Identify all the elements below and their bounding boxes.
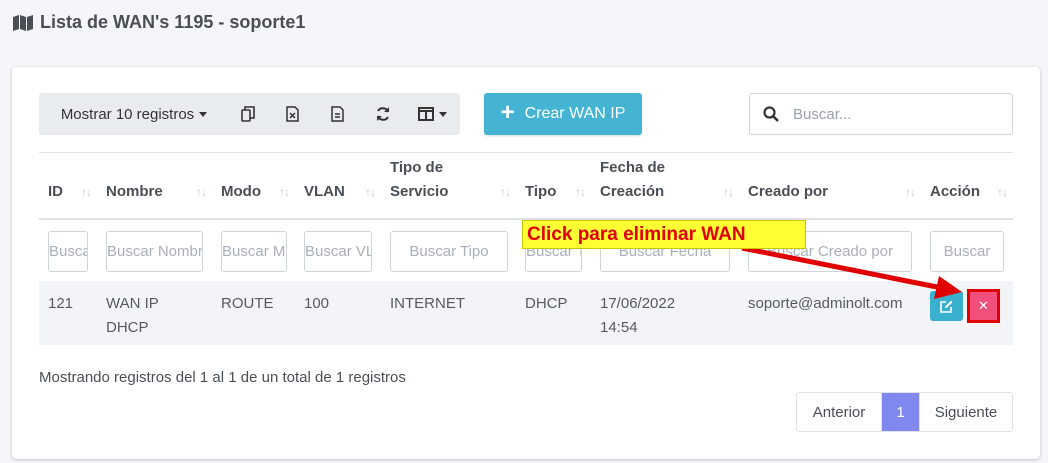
- sort-icon: ↑↓: [500, 185, 511, 199]
- cell-fecha: 17/06/2022 14:54: [600, 295, 676, 336]
- column-header-vlan[interactable]: VLAN ↑↓: [295, 152, 381, 219]
- cell-tipo: DHCP: [525, 295, 568, 312]
- create-wan-ip-label: Crear WAN IP: [524, 105, 626, 122]
- pagination: Anterior 1 Siguiente: [796, 392, 1013, 432]
- plus-icon: +: [500, 98, 515, 126]
- page-length-button[interactable]: Mostrar 10 registros: [39, 93, 225, 135]
- refresh-icon: [376, 107, 389, 121]
- delete-button[interactable]: ✕: [967, 289, 1000, 323]
- sort-icon: ↑↓: [905, 185, 916, 199]
- search-box: [749, 93, 1013, 135]
- edit-button[interactable]: [930, 291, 963, 321]
- wan-list-card: Mostrar 10 registros + Crear WAN IP Busc…: [12, 67, 1040, 459]
- cell-nombre: WAN IP DHCP: [106, 295, 159, 336]
- filter-id-input[interactable]: [48, 231, 88, 272]
- sort-icon: ↑↓: [365, 185, 376, 199]
- filter-nombre-input[interactable]: [106, 231, 203, 272]
- pagination-next[interactable]: Siguiente: [919, 393, 1012, 431]
- table-toolbar: Mostrar 10 registros: [39, 93, 460, 135]
- filter-vlan-input[interactable]: [304, 231, 372, 272]
- cell-tipo-servicio: INTERNET: [390, 295, 465, 312]
- column-header-accion[interactable]: Acción ↑↓: [921, 152, 1013, 219]
- sort-icon: ↑↓: [279, 185, 290, 199]
- map-icon: [13, 14, 33, 31]
- search-icon: [763, 106, 779, 122]
- sort-icon: ↑↓: [997, 185, 1008, 199]
- cell-creado-por: soporte@adminolt.com: [748, 295, 903, 312]
- copy-button[interactable]: [225, 93, 270, 135]
- filter-modo-input[interactable]: [221, 231, 287, 272]
- caret-down-icon: [439, 111, 447, 117]
- columns-button[interactable]: [405, 93, 460, 135]
- column-header-modo[interactable]: Modo ↑↓: [212, 152, 295, 219]
- column-header-nombre[interactable]: Nombre ↑↓: [97, 152, 212, 219]
- copy-icon: [240, 106, 255, 122]
- caret-down-icon: [199, 111, 208, 117]
- filter-tipo-servicio-input[interactable]: [390, 231, 508, 272]
- create-wan-ip-button[interactable]: + Crear WAN IP: [484, 93, 642, 135]
- edit-icon: [940, 300, 953, 313]
- column-header-tipo-servicio[interactable]: Tipo de Servicio ↑↓: [381, 152, 516, 219]
- document-icon: [331, 106, 344, 122]
- column-header-tipo[interactable]: Tipo ↑↓: [516, 152, 591, 219]
- sort-icon: ↑↓: [575, 185, 586, 199]
- cell-modo: ROUTE: [221, 295, 274, 312]
- table-info: Mostrando registros del 1 al 1 de un tot…: [39, 369, 406, 386]
- cell-vlan: 100: [304, 295, 330, 312]
- sort-icon: ↑↓: [196, 185, 207, 199]
- pagination-page-1[interactable]: 1: [882, 393, 919, 431]
- refresh-button[interactable]: [360, 93, 405, 135]
- columns-icon: [418, 107, 434, 121]
- page-title: Lista de WAN's 1195 - soporte1: [12, 12, 305, 33]
- page-title-text: Lista de WAN's 1195 - soporte1: [40, 12, 306, 32]
- close-icon: ✕: [978, 298, 989, 313]
- filter-accion-input[interactable]: [930, 231, 1004, 272]
- column-header-fecha[interactable]: Fecha de Creación ↑↓: [591, 152, 739, 219]
- column-header-id[interactable]: ID ↑↓: [39, 152, 97, 219]
- sort-icon: ↑↓: [723, 185, 734, 199]
- sort-icon: ↑↓: [81, 185, 92, 199]
- excel-button[interactable]: [270, 93, 315, 135]
- page-length-label: Mostrar 10 registros: [60, 105, 195, 123]
- pdf-button[interactable]: [315, 93, 360, 135]
- search-input[interactable]: [793, 105, 993, 123]
- excel-icon: [286, 106, 299, 122]
- annotation-label: Click para eliminar WAN: [522, 220, 806, 249]
- pagination-previous[interactable]: Anterior: [797, 393, 882, 431]
- column-header-creado-por[interactable]: Creado por ↑↓: [739, 152, 921, 219]
- cell-id: 121: [48, 295, 74, 312]
